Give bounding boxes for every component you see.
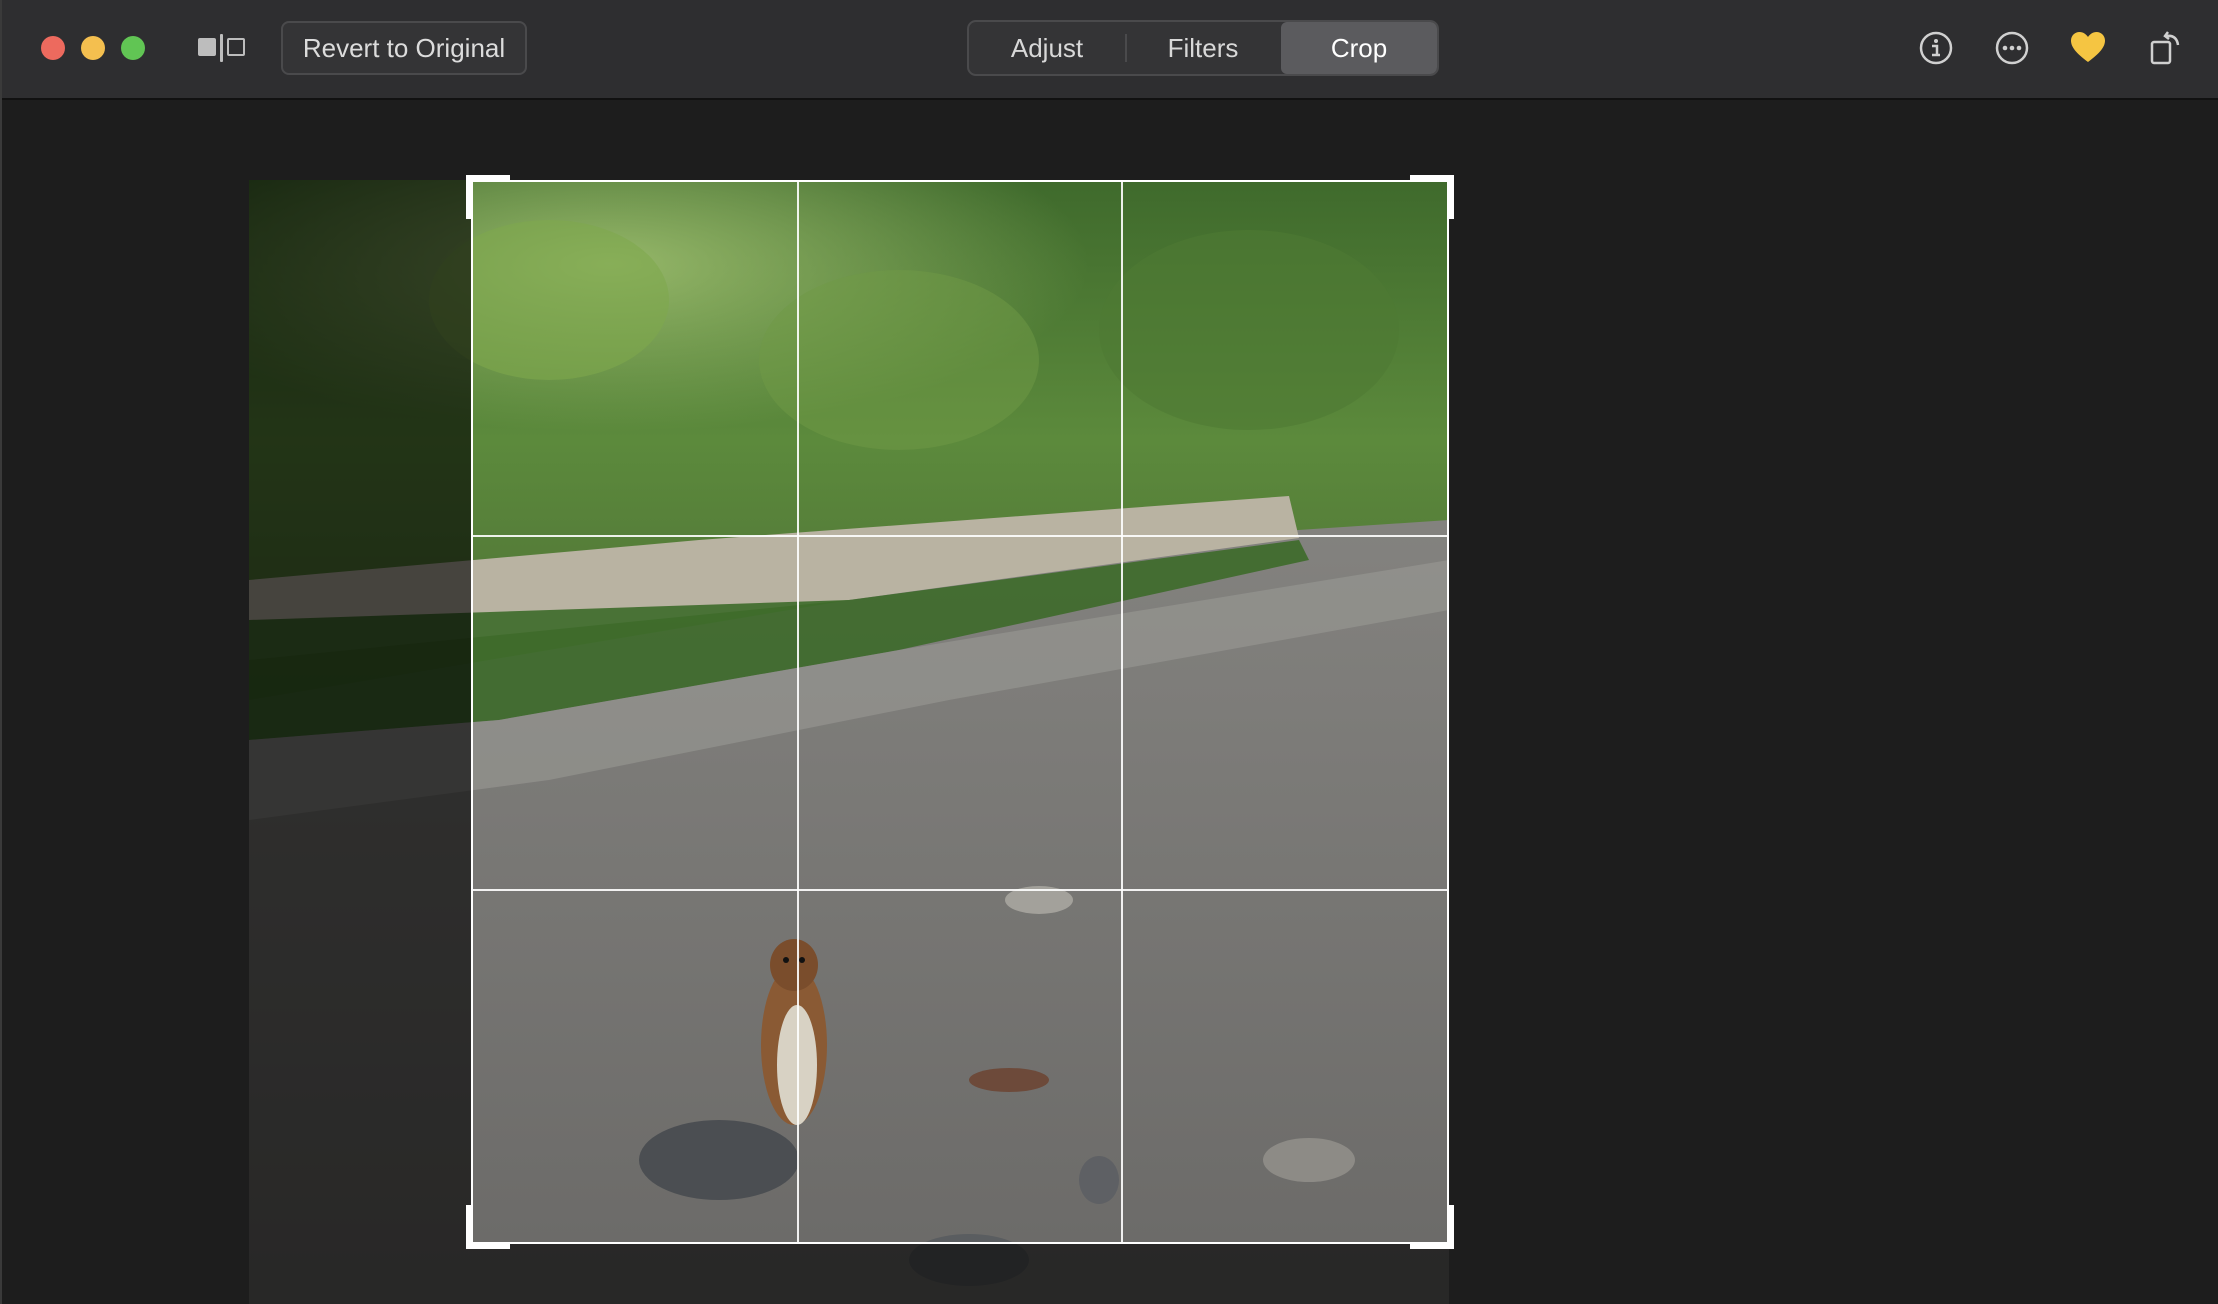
- tab-crop[interactable]: Crop: [1281, 22, 1437, 74]
- after-icon: [227, 38, 245, 56]
- edit-toolbar: Revert to Original Adjust Filters Crop: [2, 0, 2218, 100]
- grid-line: [1121, 182, 1123, 1242]
- rotate-icon[interactable]: [2146, 28, 2186, 68]
- zoom-window-button[interactable]: [121, 36, 145, 60]
- crop-handle-top-left[interactable]: [466, 175, 510, 219]
- before-icon: [198, 38, 216, 56]
- tab-filters[interactable]: Filters: [1125, 22, 1281, 74]
- heart-icon[interactable]: [2068, 28, 2108, 68]
- edit-mode-segmented-control: Adjust Filters Crop: [967, 20, 1439, 76]
- photos-edit-window: Revert to Original Adjust Filters Crop: [0, 0, 2218, 1304]
- revert-to-original-button[interactable]: Revert to Original: [281, 21, 527, 75]
- crop-frame[interactable]: [466, 175, 1454, 1249]
- crop-handle-bottom-left[interactable]: [466, 1205, 510, 1249]
- more-icon[interactable]: [1992, 28, 2032, 68]
- grid-line: [797, 182, 799, 1242]
- tab-adjust[interactable]: Adjust: [969, 22, 1125, 74]
- minimize-window-button[interactable]: [81, 36, 105, 60]
- crop-handle-top-right[interactable]: [1410, 175, 1454, 219]
- grid-line: [473, 535, 1447, 537]
- info-icon[interactable]: [1916, 28, 1956, 68]
- compare-original-button[interactable]: [195, 34, 249, 62]
- outside-crop-bottom: [471, 1244, 1449, 1304]
- crop-handle-bottom-right[interactable]: [1410, 1205, 1454, 1249]
- photo-canvas: [2, 102, 2218, 1304]
- grid-line: [473, 889, 1447, 891]
- close-window-button[interactable]: [41, 36, 65, 60]
- split-icon: [220, 34, 223, 62]
- outside-crop-left: [249, 180, 471, 1304]
